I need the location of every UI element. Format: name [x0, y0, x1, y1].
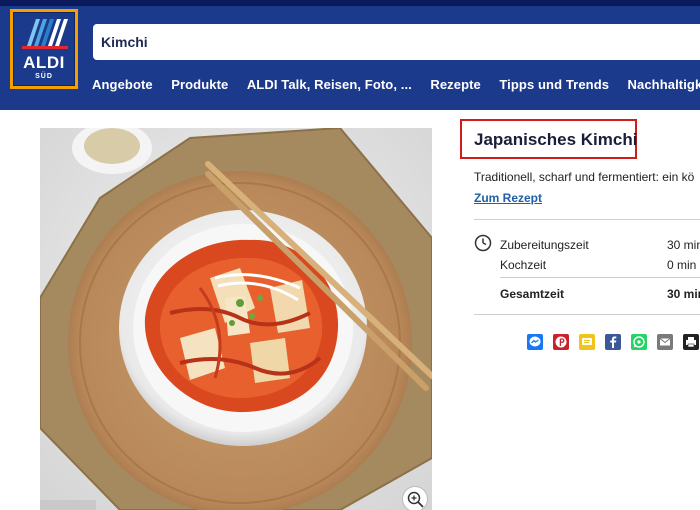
logo-stripes-icon [22, 19, 68, 49]
messenger-icon [529, 336, 541, 347]
whatsapp-icon [633, 336, 645, 348]
share-pinterest-button[interactable] [553, 334, 569, 350]
search-bar [93, 24, 700, 60]
main-navigation: Angebote Produkte ALDI Talk, Reisen, Fot… [92, 76, 700, 96]
facebook-icon [610, 336, 617, 348]
nav-item-produkte[interactable]: Produkte [171, 77, 228, 92]
kimchi-photo-illustration [40, 128, 432, 510]
share-facebook-button[interactable] [605, 334, 621, 350]
prep-time-value: 30 min [667, 238, 700, 252]
share-messenger-button[interactable] [527, 334, 543, 350]
nav-item-nachhaltigkeit[interactable]: Nachhaltigkeit [628, 77, 700, 92]
total-time-value: 30 min [667, 287, 700, 301]
cook-time-value: 0 min [667, 258, 697, 272]
logo-badge: ALDI SÜD [13, 12, 75, 86]
prep-time-label: Zubereitungszeit [500, 238, 589, 252]
image-caption-strip [40, 500, 96, 510]
search-input[interactable] [93, 24, 700, 60]
divider [500, 277, 700, 278]
zoom-button[interactable] [402, 486, 428, 510]
nav-item-rezepte[interactable]: Rezepte [430, 77, 481, 92]
share-print-button[interactable] [683, 334, 699, 350]
zoom-in-icon [407, 491, 424, 508]
recipe-description: Traditionell, scharf und fermentiert: ei… [474, 170, 695, 184]
share-email-button[interactable] [657, 334, 673, 350]
site-header: ALDI SÜD Angebote Produkte ALDI Talk, Re… [0, 6, 700, 110]
sms-icon [582, 338, 592, 345]
to-recipe-link[interactable]: Zum Rezept [474, 191, 542, 205]
share-whatsapp-button[interactable] [631, 334, 647, 350]
email-icon [659, 338, 671, 346]
divider [474, 219, 700, 220]
pinterest-icon [555, 336, 567, 348]
nav-item-angebote[interactable]: Angebote [92, 77, 153, 92]
divider [474, 314, 700, 315]
nav-item-tipps-und-trends[interactable]: Tipps und Trends [499, 77, 609, 92]
print-icon [686, 337, 696, 348]
aldi-logo[interactable]: ALDI SÜD [10, 9, 78, 89]
logo-brand-text: ALDI [23, 53, 65, 72]
nav-item-aldi-talk[interactable]: ALDI Talk, Reisen, Foto, ... [247, 77, 412, 92]
share-sms-button[interactable] [579, 334, 595, 350]
clock-icon [474, 234, 492, 252]
recipe-title: Japanisches Kimchi [474, 130, 638, 149]
logo-sub-text: SÜD [35, 73, 53, 80]
cook-time-label: Kochzeit [500, 258, 547, 272]
total-time-label: Gesamtzeit [500, 287, 565, 301]
recipe-image[interactable] [40, 128, 432, 510]
